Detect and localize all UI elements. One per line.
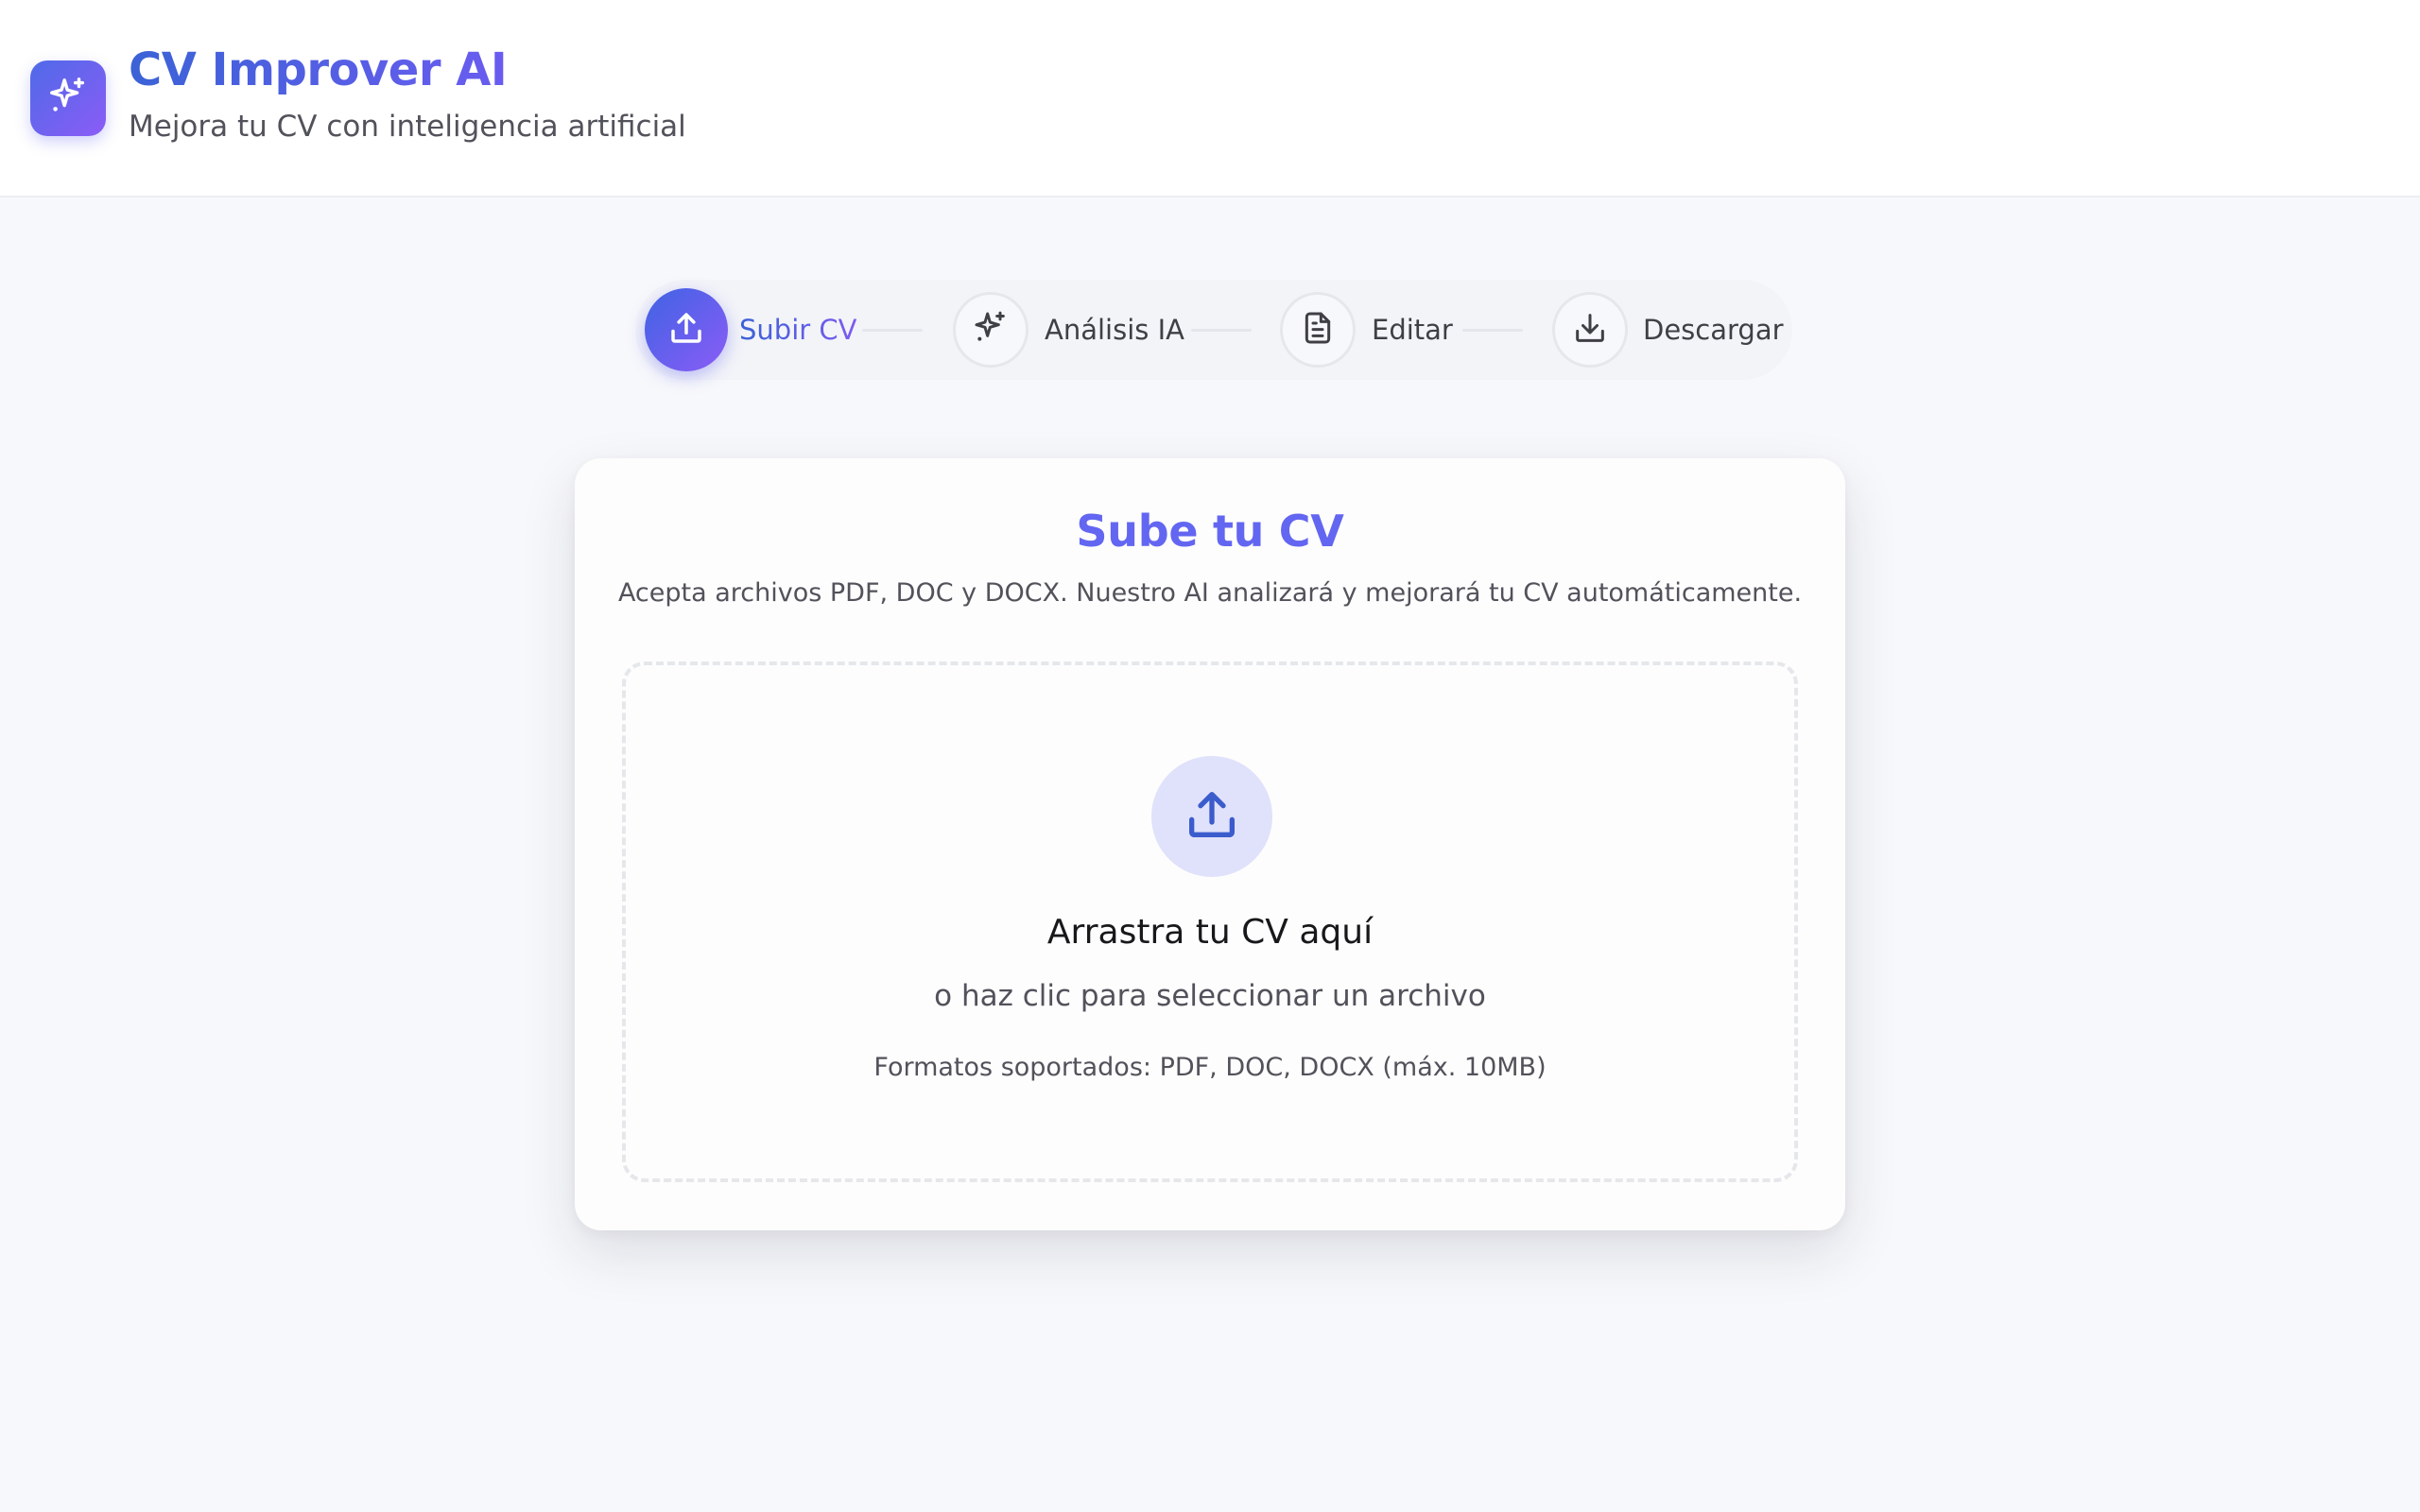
supported-formats: Formatos soportados: PDF, DOC, DOCX (máx…	[873, 1053, 1547, 1082]
dropzone-title: Arrastra tu CV aquí	[1046, 913, 1374, 952]
document-icon	[1299, 309, 1337, 351]
step-upload[interactable]	[645, 288, 728, 371]
dropzone-subtitle: o haz clic para seleccionar un archivo	[934, 979, 1486, 1013]
download-icon	[1571, 309, 1609, 351]
step-connector	[1191, 329, 1252, 332]
card-description: Acepta archivos PDF, DOC y DOCX. Nuestro…	[617, 578, 1803, 608]
dropzone-icon-circle	[1151, 756, 1272, 877]
step-connector	[862, 329, 923, 332]
app-title: CV Improver AI	[129, 43, 508, 96]
upload-card: Sube tu CV Acepta archivos PDF, DOC y DO…	[575, 458, 1845, 1230]
step-analysis[interactable]	[953, 292, 1028, 368]
sparkles-icon	[46, 75, 90, 122]
step-edit[interactable]	[1280, 292, 1356, 368]
upload-icon	[666, 308, 706, 352]
step-label-upload: Subir CV	[739, 314, 857, 346]
app-logo	[30, 60, 106, 136]
step-label-download: Descargar	[1643, 314, 1784, 346]
step-label-edit: Editar	[1372, 314, 1453, 346]
step-label-analysis: Análisis IA	[1045, 314, 1184, 346]
step-download[interactable]	[1552, 292, 1628, 368]
sparkles-icon	[972, 309, 1010, 351]
file-dropzone[interactable]: Arrastra tu CV aquí o haz clic para sele…	[622, 662, 1798, 1182]
card-title: Sube tu CV	[1076, 506, 1344, 557]
app-header: CV Improver AI Mejora tu CV con intelige…	[0, 0, 2420, 198]
progress-stepper: Subir CV Análisis IA Editar Descargar	[635, 280, 1792, 380]
upload-icon	[1182, 784, 1242, 849]
step-connector	[1462, 329, 1523, 332]
app-subtitle: Mejora tu CV con inteligencia artificial	[129, 110, 686, 144]
